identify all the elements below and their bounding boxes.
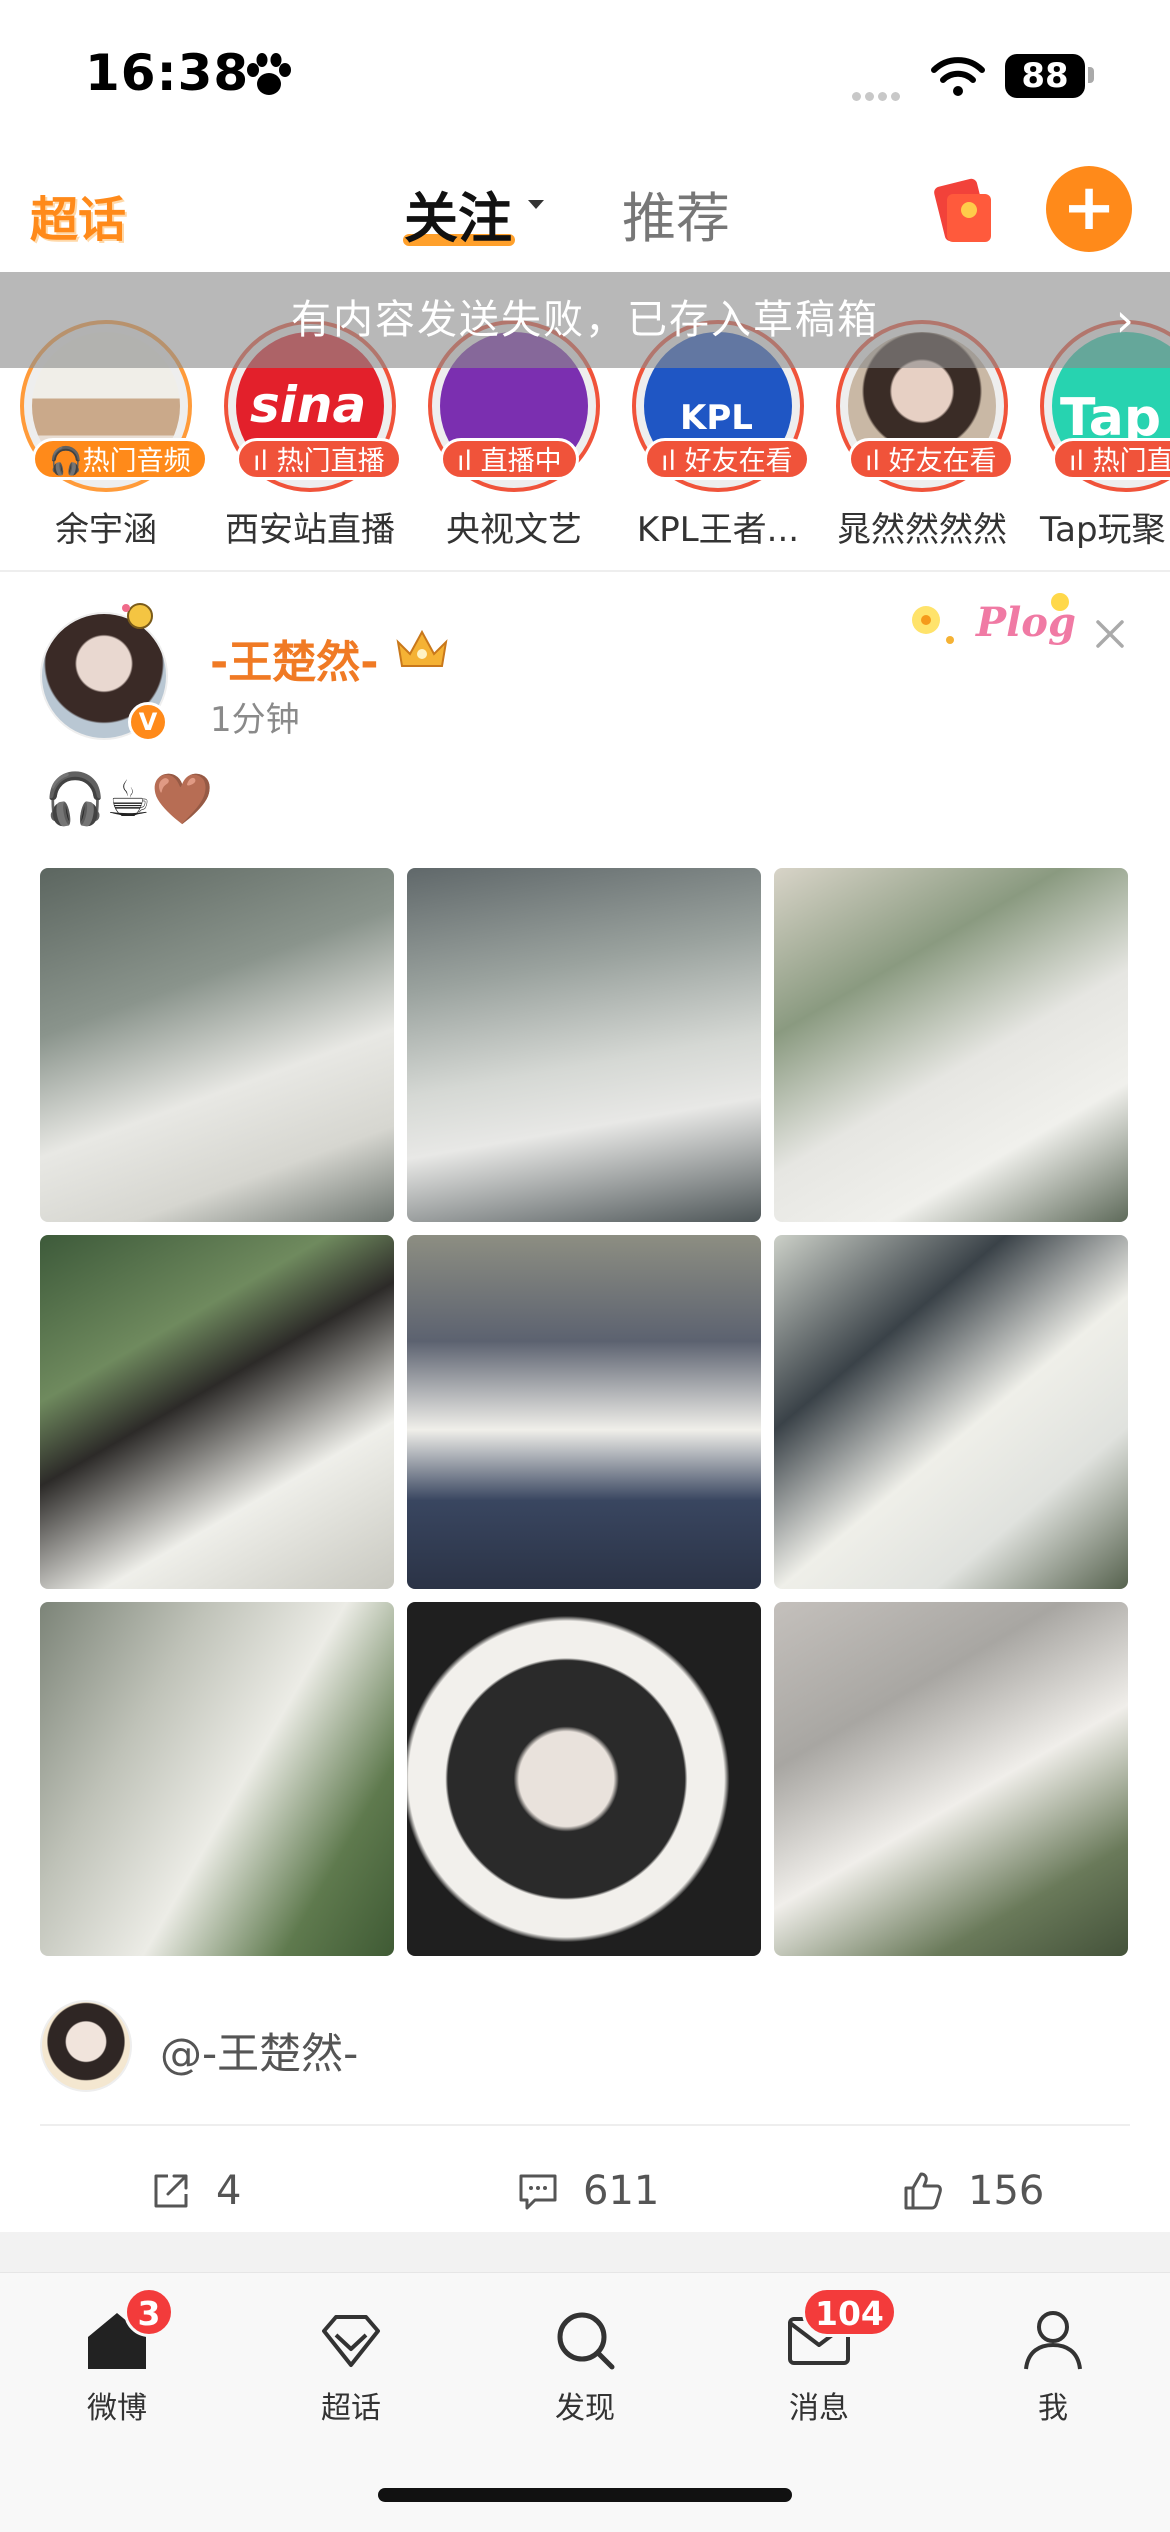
paw-icon (247, 53, 291, 95)
feed-separator (0, 2232, 1170, 2272)
tab-label: 微博 (87, 2391, 147, 2426)
story-badge-label: 热门直 (1092, 446, 1170, 477)
photo-thumbnail[interactable] (407, 868, 761, 1222)
story-badge: ıl 好友在看 (848, 438, 1014, 480)
crown-icon (396, 629, 448, 667)
live-bars-icon: ıl (253, 446, 277, 477)
photo-grid (40, 868, 1130, 1958)
divider (0, 570, 1170, 572)
battery-tip (1088, 67, 1094, 83)
photo-thumbnail[interactable] (774, 868, 1128, 1222)
story-badge: ıl 热门直 (1052, 438, 1170, 480)
chaohua-logo-text: 超话 (30, 192, 127, 248)
draft-saved-toast[interactable]: 有内容发送失败，已存入草稿箱 › (0, 272, 1170, 368)
tab-chaohua[interactable]: 超话 (276, 2303, 426, 2433)
chaohua-logo[interactable]: 超话 (30, 180, 140, 250)
story-name: 晁然然然然 (837, 510, 1007, 550)
story-badge-label: 好友在看 (684, 446, 793, 477)
story-badge: ıl 好友在看 (644, 438, 810, 480)
comment-button[interactable]: 611 (515, 2166, 659, 2216)
story-badge-label: 热门直播 (276, 446, 385, 477)
comment-icon (519, 2174, 557, 2210)
verified-badge-icon: V (128, 702, 168, 742)
home-indicator[interactable] (378, 2488, 792, 2502)
notification-badge: 3 (124, 2287, 174, 2337)
thumbs-up-icon (904, 2172, 942, 2210)
story-badge-label: 热门音频 (82, 446, 191, 477)
wifi-icon (931, 57, 985, 96)
live-bars-icon: ıl (1069, 446, 1093, 477)
tab-label: 消息 (789, 2391, 849, 2426)
photo-thumbnail[interactable] (774, 1235, 1128, 1589)
plog-sticker-icon: Plog (912, 593, 1076, 651)
story-name: 余宇涵 (55, 510, 157, 550)
add-button[interactable]: + (1046, 166, 1132, 252)
tab-label: 我 (1038, 2391, 1068, 2426)
story-name: Tap玩聚 (1040, 510, 1166, 550)
post-username[interactable]: -王楚然- (210, 626, 379, 690)
diamond-icon (322, 2315, 380, 2367)
person-icon (1024, 2311, 1082, 2370)
battery-level: 88 (1005, 54, 1085, 98)
live-bars-icon: ıl (457, 446, 481, 477)
story-name: 西安站直播 (225, 510, 395, 550)
story-badge: ıl 直播中 (440, 438, 579, 480)
tab-me[interactable]: 我 (978, 2303, 1128, 2433)
story-badge-label: 直播中 (480, 446, 562, 477)
tab-discover[interactable]: 发现 (510, 2303, 660, 2433)
photo-thumbnail[interactable] (40, 1235, 394, 1589)
close-icon[interactable] (1088, 612, 1132, 656)
photo-thumbnail[interactable] (774, 1602, 1128, 1956)
photo-thumbnail[interactable] (40, 1602, 394, 1956)
status-bar: 16:38 88 (0, 0, 1170, 150)
photo-thumbnail[interactable] (407, 1235, 761, 1589)
tab-follow[interactable]: 关注 (404, 174, 512, 253)
live-bars-icon: ıl (661, 446, 685, 477)
avatar-decoration-icon (122, 603, 153, 629)
toast-text: 有内容发送失败，已存入草稿箱 (291, 297, 879, 343)
repost-button[interactable]: 4 (148, 2166, 241, 2216)
story-badge-label: 好友在看 (888, 446, 997, 477)
chevron-right-icon: › (1115, 293, 1136, 347)
story-name: 央视文艺 (446, 510, 582, 550)
headphones-icon: 🎧 (49, 446, 83, 477)
story-badge: 🎧热门音频 (32, 438, 208, 480)
share-icon (154, 2174, 188, 2208)
tab-weibo[interactable]: 3 微博 (42, 2287, 192, 2433)
story-badge: ıl 热门直播 (236, 438, 402, 480)
post-text: 🎧☕🤎 (44, 770, 214, 828)
notification-badge: 104 (802, 2287, 897, 2337)
red-packet-icon[interactable] (925, 176, 1001, 246)
comment-count: 611 (583, 2168, 660, 2214)
like-count: 156 (968, 2168, 1045, 2214)
tab-label: 超话 (321, 2391, 381, 2426)
tab-messages[interactable]: 104 消息 (744, 2287, 897, 2433)
tab-recommend[interactable]: 推荐 (622, 174, 730, 253)
mention-avatar[interactable] (40, 2000, 132, 2092)
status-time: 16:38 (85, 44, 250, 102)
photo-thumbnail[interactable] (40, 868, 394, 1222)
top-nav: 超话 关注 推荐 + (0, 150, 1170, 275)
post-time: 1分钟 (210, 700, 300, 740)
live-bars-icon: ıl (865, 446, 889, 477)
repost-count: 4 (216, 2168, 242, 2214)
search-icon (557, 2312, 615, 2370)
like-button[interactable]: 156 (900, 2166, 1044, 2216)
chevron-down-icon[interactable] (528, 200, 544, 209)
signal-icon (852, 86, 904, 105)
mention-link[interactable]: @-王楚然- (160, 2020, 358, 2081)
photo-thumbnail[interactable] (407, 1602, 761, 1956)
story-name: KPL王者... (636, 510, 800, 550)
tab-label: 发现 (555, 2391, 615, 2426)
